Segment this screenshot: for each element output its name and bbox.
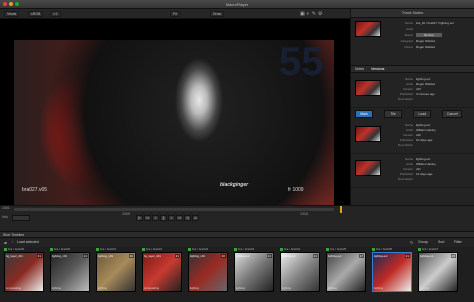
rewind-button[interactable]: << [144,215,151,221]
viewer-tool-icons[interactable]: ▣◐✎⚙ [300,11,348,17]
folder-icon[interactable]: ▰ [4,240,7,245]
clip-grid: bra / bra020 bg_layer_v01 31 compositing b… [0,247,474,302]
refresh-icon[interactable]: ↻ [410,240,413,245]
version-item[interactable]: Name lighting.exr Artist William Hanley Ve… [351,155,474,188]
browser-title: Shot Timeline [3,233,25,237]
frame-overlay: fr 1009 [288,187,304,193]
version-thumbnail [355,126,381,142]
frame-end-label: 1016 [300,212,308,216]
tab-notes[interactable]: Notes [355,67,364,71]
zoom-dropdown[interactable]: 1:1 [50,11,61,17]
version-item[interactable]: Name lighting.exr Artist William Hanley Ve… [351,121,474,154]
browser-toolbar: ▰ ‹ Load selected ↻ Group Sort Filter [0,238,474,247]
filter-dropdown[interactable]: Filter [454,240,462,244]
clip-thumbnail: lighting.exr 21 lighting [234,252,274,292]
field-row: Assigned Roger Weltied [400,39,435,43]
tab-versions[interactable]: Versions [371,67,384,71]
cancel-button[interactable]: Cancel [442,110,463,118]
info-field[interactable] [12,215,30,221]
draw-button[interactable]: Draw [210,11,225,17]
clip-thumbnail: lighting.exr 21 lighting [280,252,320,292]
field-row: Name bra_bk / bra027 / lighting.exr [404,21,455,25]
clip-thumbnail: lighting.exr 21 lighting [372,252,412,292]
version-thumbnail [355,160,381,176]
track-notes-panel: Track Notes Name bra_bk / bra027 / lighti… [350,9,474,205]
version-mode-buttons: Main Tile Load Cancel [355,110,471,118]
loop-button[interactable]: o [192,215,199,221]
go-to-end-button[interactable]: >| [184,215,191,221]
breadcrumb-back-icon[interactable]: ‹ [12,240,13,244]
playhead[interactable] [340,206,342,213]
window-title: MacroPlayer [225,2,249,7]
clip-thumbnail: bg_layer_v01 21 compositing [142,252,182,292]
image-viewer[interactable]: 55 bra027.v05 blackginger fr 1009 [0,19,350,205]
load-button[interactable]: Load [413,110,432,118]
watermark-logo: blackginger [220,182,249,188]
shot-timeline-header: Shot Timeline [0,231,474,238]
fit-button[interactable]: Fit [170,11,180,17]
clip-thumbnail: bg_layer_v01 31 compositing [4,252,44,292]
go-to-start-button[interactable]: |< [136,215,143,221]
clip-card[interactable]: bra / bra024 lighting.exr 21 lighting [280,247,320,299]
colorspace-dropdown[interactable]: sRGB [28,11,44,17]
clip-card[interactable]: bra / bra020 bg_layer_v01 31 compositing [4,247,44,299]
sort-dropdown[interactable]: Sort [438,240,444,244]
timeline-scrubber[interactable] [14,208,334,211]
status-badge: Review [416,33,442,37]
step-back-button[interactable]: < [152,215,159,221]
clip-card[interactable]: bra / bra027 lighting.exr 29 lighting [418,247,458,299]
frame-start-label: 1001 [2,206,10,210]
pause-button[interactable]: || [160,215,167,221]
breadcrumb[interactable]: Load selected [17,240,39,244]
clip-thumbnail: lighting_v01 20 lighting [188,252,228,292]
field-row: Status Review [385,33,442,37]
field-row: Artist [406,27,413,31]
fast-forward-button[interactable]: >> [176,215,183,221]
info-label: Info [2,215,8,219]
panel-header: Track Notes [351,9,474,18]
clip-card[interactable]: bra / bra026 lighting.exr 21 lighting [372,247,412,299]
tile-button[interactable]: Tile [384,110,403,118]
clip-card[interactable]: bra / bra020 lighting_v01 21 lighting [50,247,90,299]
clip-thumbnail: lighting.exr 29 lighting [418,252,458,292]
clip-name-overlay: bra027.v05 [22,187,48,193]
current-version-thumbnail [355,21,381,37]
views-button[interactable]: Views [4,11,20,17]
version-item[interactable]: Name lighting.exr Artist Roger Weltied Ver… [351,75,474,108]
viewed-frame-image: 55 [14,40,334,205]
play-button[interactable]: > [168,215,175,221]
clip-card[interactable]: bra / bra023 lighting.exr 21 lighting [234,247,274,299]
main-button[interactable]: Main [355,110,373,118]
panel-tab-bar: Notes Versions [351,65,474,73]
group-dropdown[interactable]: Group [418,240,428,244]
version-thumbnail [355,80,381,96]
clip-card[interactable]: bra / bra021 bg_layer_v01 21 compositing [142,247,182,299]
clip-card[interactable]: bra / bra021 lighting_v01 30 lighting [96,247,136,299]
clip-thumbnail: lighting_v01 21 lighting [50,252,90,292]
clip-thumbnail: lighting.exr 17 lighting [326,252,366,292]
clip-card[interactable]: bra / bra025 lighting.exr 17 lighting [326,247,366,299]
clip-card[interactable]: bra / bra022 lighting_v01 20 lighting [188,247,228,299]
current-frame-label: 1009 [122,212,130,216]
field-row: Owner Roger Weltied [404,45,435,49]
clip-thumbnail: lighting_v01 30 lighting [96,252,136,292]
car-number-text: 55 [279,40,324,84]
